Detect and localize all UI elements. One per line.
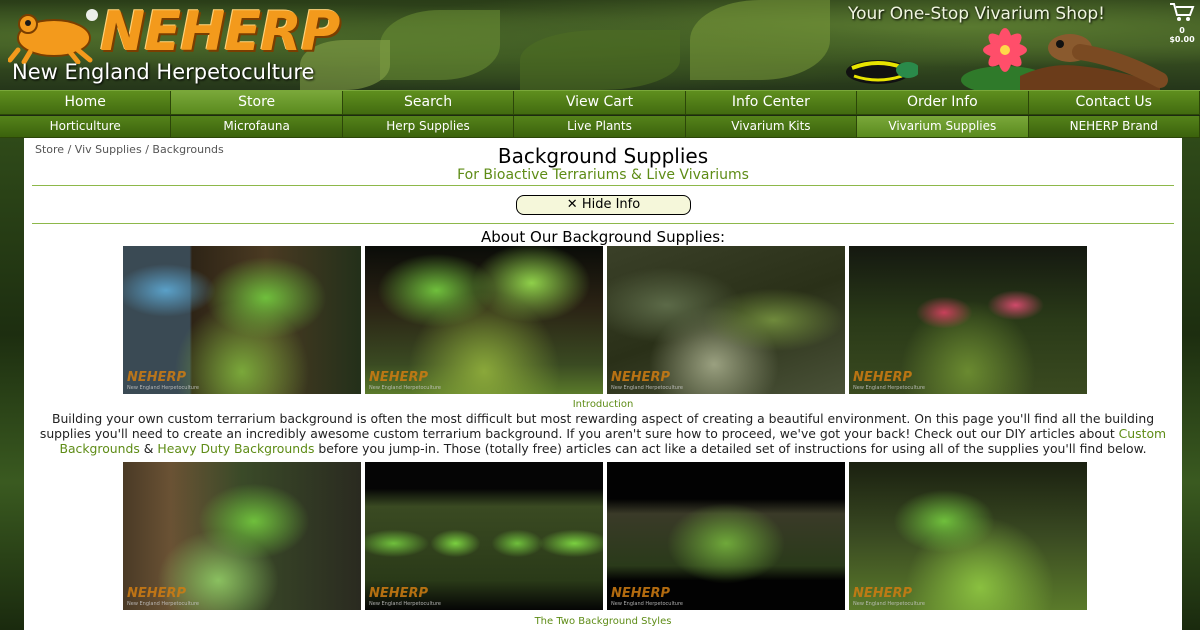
terrarium-photo[interactable]: NEHERP New England Herpetoculture [849, 246, 1087, 394]
subnav-tab-live-plants[interactable]: Live Plants [514, 116, 686, 137]
nav-tab-order-info[interactable]: Order Info [857, 91, 1029, 114]
page-subtitle: For Bioactive Terrariums & Live Vivarium… [457, 167, 749, 183]
terrarium-photo[interactable]: NEHERP New England Herpetoculture [123, 246, 361, 394]
foliage-decoration [520, 30, 680, 90]
foliage-decoration [380, 10, 500, 80]
photo-watermark: NEHERP New England Herpetoculture [853, 586, 926, 607]
intro-text: Building your own custom terrarium backg… [39, 411, 1155, 441]
jungle-border-right [1182, 138, 1200, 630]
subnav-tab-neherp-brand[interactable]: NEHERP Brand [1028, 116, 1200, 137]
frog-logo-icon[interactable] [8, 6, 100, 64]
photo-watermark: NEHERP New England Herpetoculture [127, 586, 200, 607]
subnav-tab-vivarium-supplies[interactable]: Vivarium Supplies [857, 116, 1029, 137]
site-header: NEHERP New England Herpetoculture Your O… [0, 0, 1200, 90]
cart-widget[interactable]: 0 $0.00 [1166, 2, 1198, 44]
photo-watermark: NEHERP New England Herpetoculture [369, 586, 442, 607]
close-icon: ✕ [566, 197, 578, 212]
subnav-tab-herp-supplies[interactable]: Herp Supplies [342, 116, 515, 137]
nav-tab-home[interactable]: Home [0, 91, 172, 114]
hide-info-button[interactable]: ✕ Hide Info [516, 195, 691, 215]
foliage-decoration [690, 0, 830, 80]
nav-tab-view-cart[interactable]: View Cart [514, 91, 686, 114]
subnav-tab-microfauna[interactable]: Microfauna [171, 116, 343, 137]
divider [32, 223, 1174, 224]
caption-introduction: Introduction [572, 399, 634, 410]
caption-two-background-styles: The Two Background Styles [534, 616, 672, 627]
nav-tab-store[interactable]: Store [171, 91, 343, 114]
photo-watermark: NEHERP New England Herpetoculture [611, 586, 684, 607]
terrarium-photo[interactable]: NEHERP New England Herpetoculture [607, 246, 845, 394]
sub-navigation: Horticulture Microfauna Herp Supplies Live … [0, 116, 1200, 138]
jungle-border-left [0, 138, 24, 630]
page-title: Background Supplies [497, 144, 709, 168]
cart-count: 0 [1179, 26, 1185, 35]
dart-frog-image [846, 60, 918, 84]
nav-tab-search[interactable]: Search [342, 91, 515, 114]
shopping-cart-icon[interactable] [1169, 2, 1195, 22]
photo-watermark: NEHERP New England Herpetoculture [127, 370, 200, 391]
heavy-duty-backgrounds-link[interactable]: Heavy Duty Backgrounds [157, 441, 314, 456]
intro-text: before you jump-in. Those (totally free)… [314, 441, 1147, 456]
logo-text[interactable]: NEHERP [100, 0, 340, 63]
terrarium-photo[interactable]: NEHERP New England Herpetoculture [849, 462, 1087, 610]
terrarium-photo[interactable]: NEHERP New England Herpetoculture [365, 462, 603, 610]
gecko-image [1020, 34, 1168, 90]
hide-info-label: Hide Info [581, 197, 641, 212]
terrarium-photo[interactable]: NEHERP New England Herpetoculture [365, 246, 603, 394]
nav-tab-contact-us[interactable]: Contact Us [1028, 91, 1200, 114]
gallery-row-2: NEHERP New England Herpetoculture NEHERP N… [123, 462, 1087, 610]
main-content: Store / Viv Supplies / Backgrounds Backg… [24, 138, 1182, 630]
gallery-row-1: NEHERP New England Herpetoculture NEHERP N… [123, 246, 1087, 394]
logo-subtitle[interactable]: New England Herpetoculture [12, 60, 314, 84]
photo-watermark: NEHERP New England Herpetoculture [369, 370, 442, 391]
cart-total: $0.00 [1169, 35, 1195, 44]
divider [32, 185, 1174, 186]
section-title: About Our Background Supplies: [480, 228, 726, 246]
subnav-tab-horticulture[interactable]: Horticulture [0, 116, 172, 137]
intro-paragraph: Building your own custom terrarium backg… [33, 411, 1173, 456]
intro-text: & [139, 441, 158, 456]
main-navigation: Home Store Search View Cart Info Center Order… [0, 90, 1200, 115]
terrarium-photo[interactable]: NEHERP New England Herpetoculture [123, 462, 361, 610]
terrarium-photo[interactable]: NEHERP New England Herpetoculture [607, 462, 845, 610]
photo-watermark: NEHERP New England Herpetoculture [611, 370, 684, 391]
photo-watermark: NEHERP New England Herpetoculture [853, 370, 926, 391]
nav-tab-info-center[interactable]: Info Center [685, 91, 858, 114]
subnav-tab-vivarium-kits[interactable]: Vivarium Kits [685, 116, 858, 137]
